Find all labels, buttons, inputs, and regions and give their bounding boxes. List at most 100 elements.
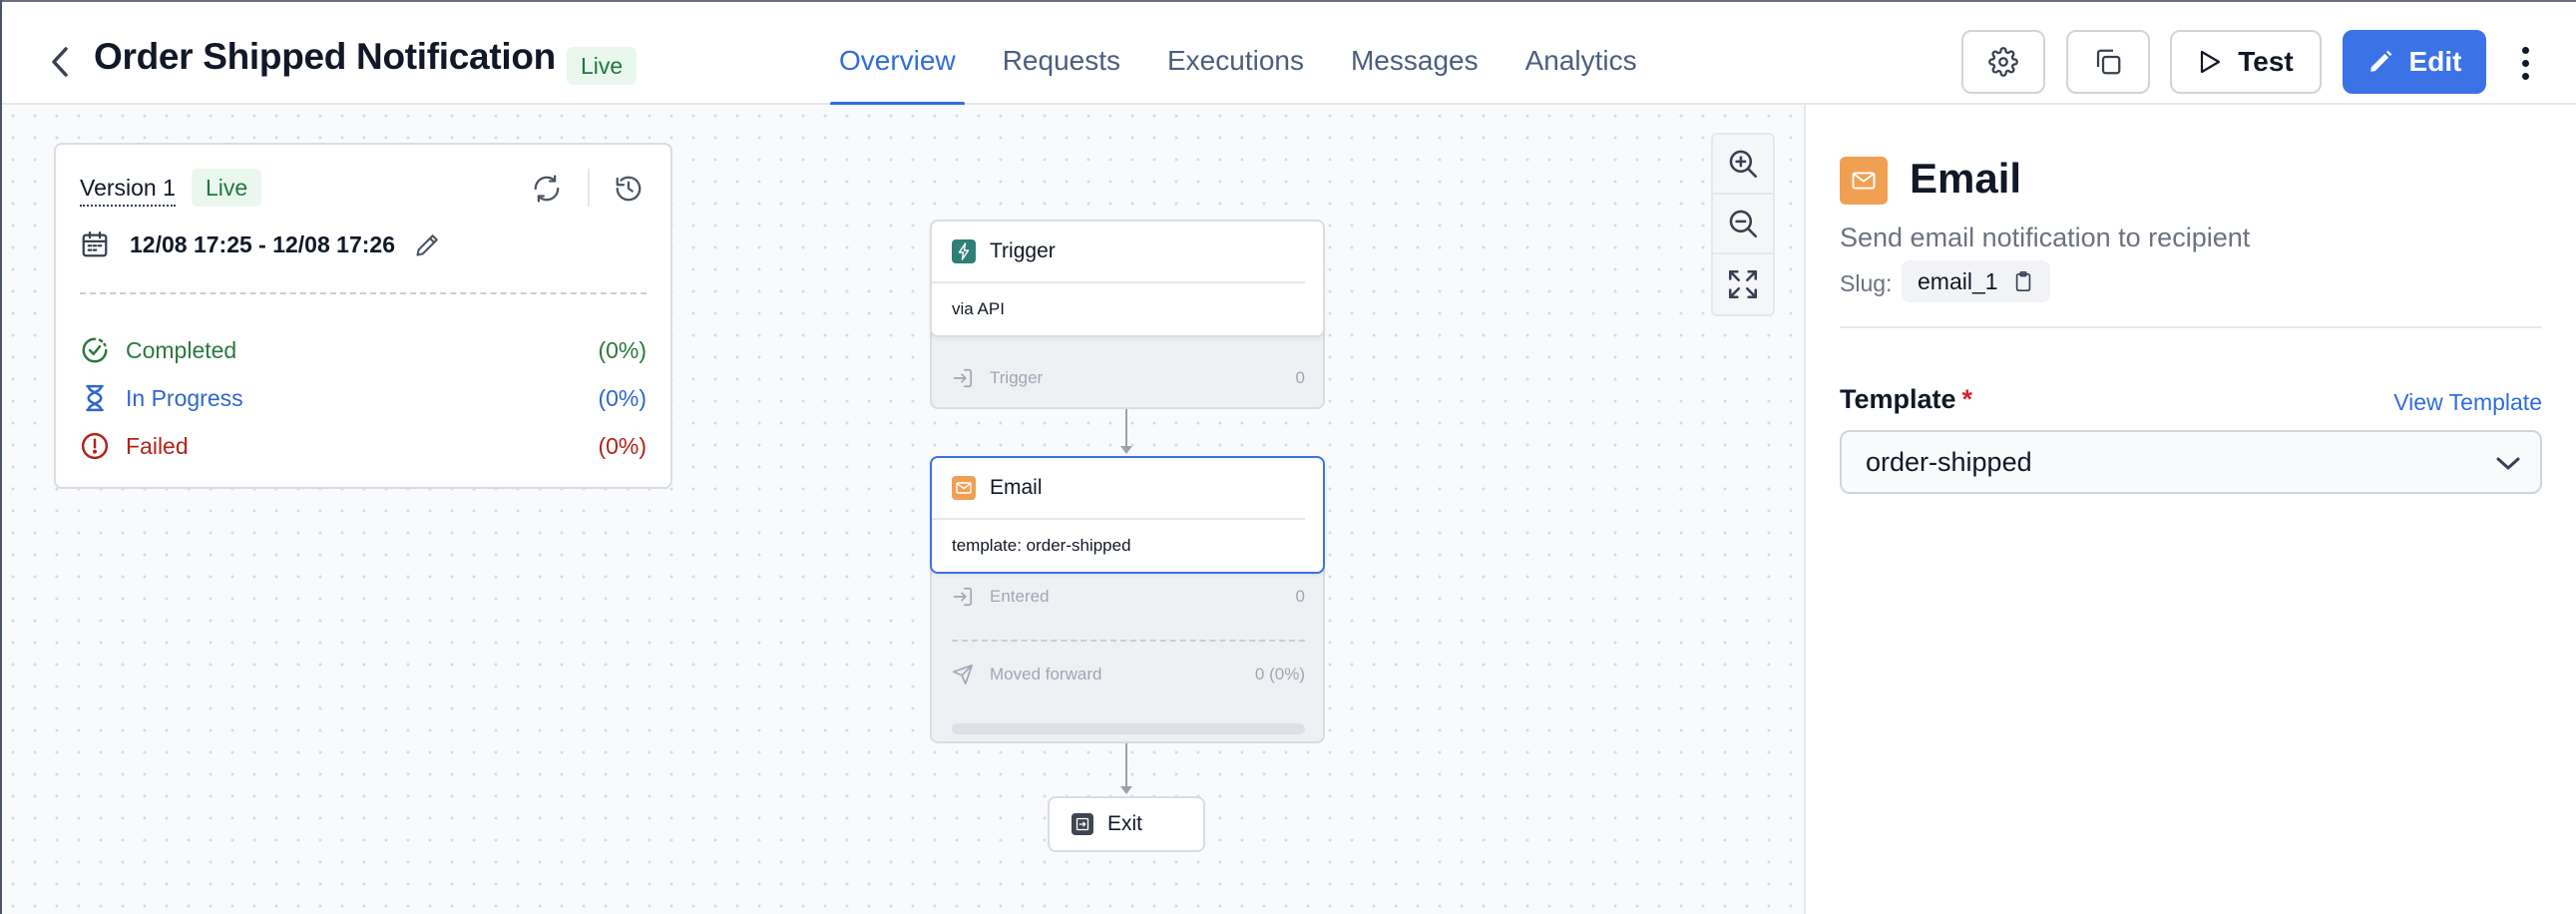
exit-node[interactable]: Exit: [1048, 796, 1205, 852]
completed-icon: [82, 337, 108, 363]
send-icon: [953, 665, 973, 685]
stat-label: Completed: [126, 336, 237, 363]
settings-button[interactable]: [1961, 30, 2045, 94]
stat-in-progress: In Progress (0%): [80, 380, 646, 416]
divider: [588, 169, 590, 207]
trigger-count-row: Trigger 0: [952, 363, 1305, 393]
more-vertical-icon: [2521, 46, 2529, 54]
connector-line: [1125, 743, 1127, 787]
enter-icon: [953, 368, 973, 388]
chevron-down-icon: [2494, 450, 2522, 478]
header: Order Shipped Notification Live Overview…: [2, 2, 2576, 106]
stat-label: Trigger: [990, 368, 1044, 387]
zoom-in-button[interactable]: [1713, 135, 1773, 195]
test-button-label: Test: [2238, 46, 2294, 77]
stat-value: (0%): [598, 432, 646, 459]
stat-completed: Completed (0%): [80, 332, 646, 368]
more-options-button[interactable]: [2510, 38, 2540, 88]
stat-value: (0%): [598, 336, 646, 363]
more-dot: [2521, 72, 2529, 80]
edit-button[interactable]: Edit: [2343, 30, 2486, 94]
stat-value: 0 (0%): [1254, 665, 1305, 684]
view-template-link[interactable]: View Template: [2393, 389, 2542, 416]
duplicate-button[interactable]: [2066, 30, 2150, 94]
template-label: Template *: [1840, 384, 1972, 415]
mail-icon: [1840, 157, 1888, 205]
tab-requests[interactable]: Requests: [994, 2, 1129, 105]
slug-value: email_1: [1918, 267, 1998, 294]
tab-bar: Overview Requests Executions Messages An…: [830, 2, 1675, 106]
refresh-button[interactable]: [529, 171, 565, 207]
node-subtitle: via API: [952, 299, 1005, 318]
trigger-node[interactable]: Trigger via API Trigger 0: [930, 220, 1325, 409]
status-badge: Live: [567, 47, 638, 85]
node-title: Email: [990, 476, 1043, 499]
stat-value: 0: [1295, 368, 1305, 387]
workflow-canvas[interactable]: Version 1 Live 12/08 17:25 - 12/08 17:26…: [2, 105, 1804, 914]
arrow-down-icon: [1120, 446, 1132, 454]
history-icon: [616, 176, 642, 202]
pencil-icon: [2369, 50, 2391, 72]
exit-icon: [1072, 813, 1093, 835]
history-button[interactable]: [611, 171, 646, 207]
refresh-icon: [534, 175, 560, 203]
panel-description: Send email notification to recipient: [1840, 223, 2251, 252]
arrow-down-icon: [1120, 786, 1132, 794]
node-detail-panel: Email Send email notification to recipie…: [1804, 105, 2576, 914]
progress-bar: [952, 723, 1305, 734]
expand-icon: [1728, 269, 1758, 299]
version-card: Version 1 Live 12/08 17:25 - 12/08 17:26…: [54, 143, 672, 489]
chevron-left-icon: [52, 47, 68, 77]
alert-circle-icon: [81, 432, 109, 460]
entered-row: Entered 0: [952, 582, 1305, 612]
stat-label: In Progress: [126, 384, 243, 411]
pencil-icon: [416, 234, 438, 256]
moved-forward-row: Moved forward 0 (0%): [952, 660, 1305, 689]
stat-value: 0: [1295, 587, 1305, 606]
back-button[interactable]: [42, 42, 78, 82]
date-range: 12/08 17:25 - 12/08 17:26: [130, 230, 395, 257]
slug-copy-chip[interactable]: email_1: [1902, 260, 2050, 302]
email-node[interactable]: Email template: order-shipped Entered 0 …: [930, 456, 1325, 743]
slug-label: Slug:: [1840, 270, 1893, 296]
edit-date-button[interactable]: [411, 228, 445, 261]
date-range-row: 12/08 17:25 - 12/08 17:26: [80, 227, 445, 262]
calendar-icon: [82, 231, 108, 257]
version-label[interactable]: Version 1: [80, 175, 176, 207]
email-node-card[interactable]: Email template: order-shipped: [930, 456, 1325, 574]
tab-executions[interactable]: Executions: [1158, 2, 1313, 105]
stat-failed: Failed (0%): [80, 428, 646, 464]
zoom-out-button[interactable]: [1713, 195, 1773, 254]
node-subtitle: template: order-shipped: [952, 536, 1131, 555]
tab-analytics[interactable]: Analytics: [1516, 2, 1646, 105]
play-icon: [2201, 50, 2221, 74]
lightning-icon: [952, 239, 976, 263]
node-header: Trigger: [932, 222, 1305, 283]
more-dot: [2521, 59, 2529, 67]
test-button[interactable]: Test: [2170, 30, 2322, 94]
divider: [80, 292, 646, 294]
hourglass-icon: [86, 384, 104, 412]
tab-overview[interactable]: Overview: [830, 2, 965, 106]
trigger-node-card[interactable]: Trigger via API: [930, 220, 1325, 337]
gear-icon: [1988, 47, 2018, 77]
clipboard-icon: [2015, 271, 2030, 291]
required-mark: *: [1961, 384, 1973, 414]
zoom-toolbar: [1711, 133, 1775, 316]
fit-view-button[interactable]: [1713, 254, 1773, 314]
stat-label: Moved forward: [990, 665, 1102, 684]
node-title: Exit: [1107, 812, 1143, 835]
divider: [1840, 326, 2542, 328]
node-header: Email: [932, 458, 1305, 520]
template-select-value: order-shipped: [1866, 446, 2032, 477]
copy-icon: [2096, 49, 2121, 75]
stat-label: Entered: [990, 587, 1050, 606]
mail-icon: [952, 476, 976, 500]
panel-title: Email: [1910, 155, 2022, 202]
page-title: Order Shipped Notification: [94, 36, 556, 77]
version-status-badge: Live: [192, 169, 262, 207]
tab-messages[interactable]: Messages: [1342, 2, 1488, 105]
template-select[interactable]: order-shipped: [1840, 430, 2542, 494]
enter-icon: [953, 587, 973, 607]
template-label-text: Template: [1840, 384, 1956, 414]
